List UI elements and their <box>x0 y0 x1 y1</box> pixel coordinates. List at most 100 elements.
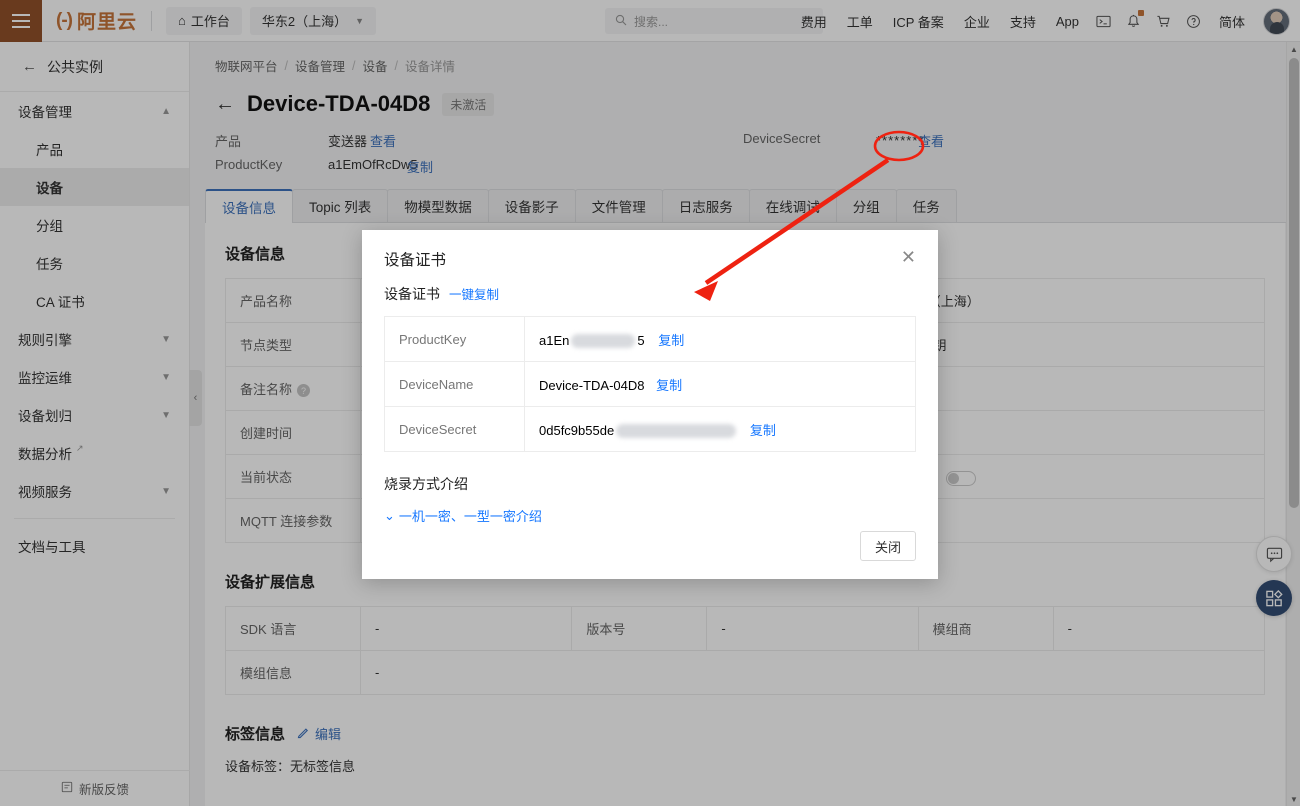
tab-label: 物模型数据 <box>404 200 472 215</box>
close-button[interactable]: 关闭 <box>859 531 916 561</box>
region-label: 华东2（上海） <box>261 14 348 29</box>
meta-value-productkey: a1EmOfRcDw5 <box>328 157 418 172</box>
scroll-down-arrow[interactable]: ▼ <box>1287 792 1300 806</box>
product-view-link[interactable]: 查看 <box>370 131 396 150</box>
sidebar-group-monitoring[interactable]: 监控运维 ▼ <box>0 358 189 396</box>
sidebar-group-data-analysis[interactable]: 数据分析 ↗ <box>0 434 189 472</box>
burn-method-expander[interactable]: ⌄ 一机一密、一型一密介绍 <box>384 506 916 525</box>
breadcrumb-item-device-management[interactable]: 设备管理 <box>295 56 345 75</box>
device-certificate-dialog: 设备证书 ✕ 设备证书 一键复制 ProductKey a1En 5 复制 Dev… <box>362 230 938 579</box>
tab-device-info[interactable]: 设备信息 <box>205 189 293 223</box>
sidebar-back-public-instance[interactable]: ← 公共实例 <box>0 42 189 92</box>
table-row: SDK 语言 - 版本号 - 模组商 - <box>225 606 1266 651</box>
tab-log-service[interactable]: 日志服务 <box>661 189 750 222</box>
close-icon[interactable]: ✕ <box>901 248 916 266</box>
breadcrumb-separator: / <box>394 58 398 73</box>
tag-edit-label: 编辑 <box>315 727 342 742</box>
tab-label: 在线调试 <box>765 200 820 215</box>
local-log-toggle[interactable] <box>946 471 977 487</box>
language-switcher[interactable]: 简体 <box>1209 12 1255 31</box>
aliyun-logo[interactable]: (-) 阿里云 <box>56 7 137 34</box>
meta-label-productkey: ProductKey <box>215 157 283 172</box>
sidebar-group-docs-tools[interactable]: 文档与工具 <box>0 527 189 565</box>
sidebar-item-products[interactable]: 产品 <box>0 130 189 168</box>
cell-key: 节点类型 <box>225 322 361 367</box>
nav-link-enterprise[interactable]: 企业 <box>954 12 1000 31</box>
devicesecret-value-prefix: 0d5fc9b55de <box>539 422 615 438</box>
sidebar-group-device-assignment[interactable]: 设备划归 ▼ <box>0 396 189 434</box>
tab-label: 设备影子 <box>504 200 559 215</box>
apps-icon[interactable] <box>1256 580 1292 616</box>
workbench-label: 工作台 <box>190 14 230 29</box>
redaction-mask <box>616 424 737 439</box>
cell-key: DeviceSecret <box>384 406 525 452</box>
sidebar-group-device-management[interactable]: 设备管理 ▲ <box>0 92 189 130</box>
region-selector[interactable]: 华东2（上海） ▼ <box>249 6 377 35</box>
dialog-header: 设备证书 ✕ <box>362 230 938 270</box>
pencil-icon <box>297 726 310 742</box>
nav-link-support[interactable]: 支持 <box>1000 12 1046 31</box>
tab-tsl-data[interactable]: 物模型数据 <box>387 189 489 222</box>
nav-link-icp[interactable]: ICP 备案 <box>883 12 954 31</box>
tab-jobs[interactable]: 任务 <box>895 189 957 222</box>
tab-label: 任务 <box>912 200 940 215</box>
sidebar-group-rule-engine[interactable]: 规则引擎 ▼ <box>0 320 189 358</box>
table-row: DeviceName Device-TDA-04D8 复制 <box>384 361 916 407</box>
cell-key: DeviceName <box>384 361 525 407</box>
help-icon[interactable] <box>1179 0 1209 42</box>
back-arrow-icon[interactable]: ← <box>215 94 235 114</box>
terminal-icon[interactable] <box>1089 0 1119 42</box>
sidebar-item-groups[interactable]: 分组 <box>0 206 189 244</box>
tag-edit-button[interactable]: 编辑 <box>297 724 341 743</box>
tab-file-management[interactable]: 文件管理 <box>574 189 663 222</box>
bell-icon[interactable] <box>1119 0 1149 42</box>
breadcrumb-item-iot-platform[interactable]: 物联网平台 <box>215 56 278 75</box>
tab-online-debug[interactable]: 在线调试 <box>748 189 837 222</box>
scroll-up-arrow[interactable]: ▲ <box>1287 42 1300 56</box>
header-divider <box>151 10 152 31</box>
sidebar-item-label: CA 证书 <box>36 295 85 310</box>
workbench-button[interactable]: ⌂ 工作台 <box>166 6 242 35</box>
nav-link-fee[interactable]: 费用 <box>791 12 837 31</box>
tab-label: Topic 列表 <box>309 200 372 215</box>
chat-icon[interactable] <box>1256 536 1292 572</box>
tag-info-body: 设备标签：无标签信息 <box>225 759 356 774</box>
notification-badge <box>1137 10 1144 16</box>
cell-key: SDK 语言 <box>225 606 361 651</box>
scrollbar-thumb[interactable] <box>1289 58 1299 508</box>
cell-key: 当前状态 <box>225 454 361 499</box>
status-badge: 未激活 <box>442 92 495 116</box>
tab-topic-list[interactable]: Topic 列表 <box>292 189 389 222</box>
breadcrumb-item-device-detail: 设备详情 <box>405 60 456 74</box>
cell-key: 模组商 <box>917 606 1054 651</box>
chevron-down-icon: ▼ <box>355 15 365 26</box>
avatar[interactable] <box>1263 7 1290 35</box>
sidebar-collapse-handle[interactable]: ‹ <box>189 370 202 426</box>
one-click-copy-link[interactable]: 一键复制 <box>449 284 499 303</box>
tab-label: 分组 <box>852 200 880 215</box>
copy-devicename-link[interactable]: 复制 <box>656 378 682 393</box>
menu-toggle-button[interactable] <box>0 0 42 42</box>
cart-icon[interactable] <box>1149 0 1179 42</box>
page-scrollbar[interactable]: ▲ ▼ <box>1286 42 1300 806</box>
copy-devicesecret-link[interactable]: 复制 <box>750 423 776 438</box>
sidebar-item-ca-certificates[interactable]: CA 证书 <box>0 282 189 320</box>
tab-device-shadow[interactable]: 设备影子 <box>487 189 576 222</box>
tag-info-heading: 标签信息 <box>225 726 286 743</box>
cell-value: - <box>706 606 919 651</box>
copy-productkey-link[interactable]: 复制 <box>658 333 684 348</box>
chevron-down-icon: ▼ <box>161 409 171 421</box>
devicesecret-view-link[interactable]: 查看 <box>918 131 944 150</box>
breadcrumb-item-devices[interactable]: 设备 <box>363 56 388 75</box>
tab-groups[interactable]: 分组 <box>835 189 897 222</box>
sidebar-group-video-service[interactable]: 视频服务 ▼ <box>0 472 189 510</box>
sidebar-item-jobs[interactable]: 任务 <box>0 244 189 282</box>
productkey-copy-link[interactable]: 复制 <box>407 157 433 176</box>
help-circle-icon[interactable]: ? <box>297 384 311 398</box>
sidebar-item-devices[interactable]: 设备 <box>0 168 189 206</box>
aliyun-logo-mark: (-) <box>56 9 73 31</box>
nav-link-ticket[interactable]: 工单 <box>837 12 883 31</box>
nav-link-app[interactable]: App <box>1046 14 1089 29</box>
dialog-title: 设备证书 <box>384 252 447 269</box>
sidebar-feedback-button[interactable]: 新版反馈 <box>0 770 190 806</box>
